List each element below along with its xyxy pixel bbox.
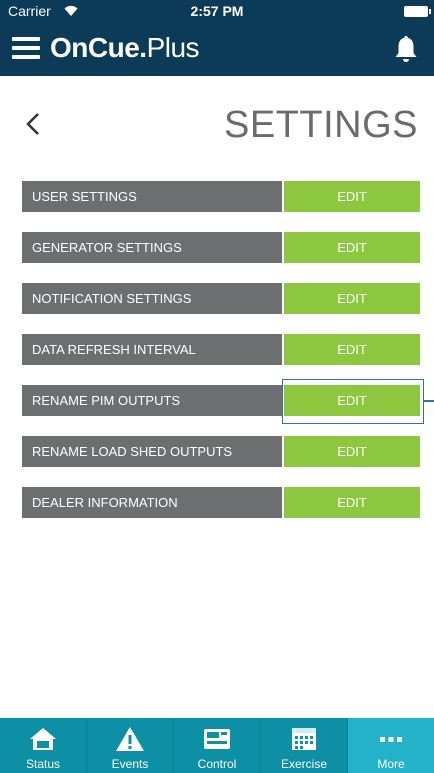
controller-icon xyxy=(204,729,230,749)
page-title: SETTINGS xyxy=(223,104,418,146)
edit-data-refresh-interval-button[interactable]: EDIT xyxy=(284,334,420,365)
settings-row-refresh-interval: DATA REFRESH INTERVAL EDIT xyxy=(22,334,420,365)
calendar-icon xyxy=(292,728,316,750)
settings-label: RENAME LOAD SHED OUTPUTS xyxy=(22,436,282,467)
app-logo: OnCue.Plus xyxy=(50,32,200,63)
warning-icon xyxy=(116,727,144,751)
settings-label: USER SETTINGS xyxy=(22,181,282,212)
settings-row-notification: NOTIFICATION SETTINGS EDIT xyxy=(22,283,420,314)
tab-label: More xyxy=(377,757,405,771)
settings-row-dealer-information: DEALER INFORMATION EDIT xyxy=(22,487,420,518)
status-bar: Carrier 2:57 PM xyxy=(0,0,434,22)
settings-label: RENAME PIM OUTPUTS xyxy=(22,385,282,416)
tab-label: Exercise xyxy=(280,757,327,771)
settings-label: NOTIFICATION SETTINGS xyxy=(22,283,282,314)
edit-notification-settings-button[interactable]: EDIT xyxy=(284,283,420,314)
settings-row-load-shed-outputs: RENAME LOAD SHED OUTPUTS EDIT xyxy=(22,436,420,467)
back-chevron-icon[interactable] xyxy=(20,104,50,144)
tab-events[interactable]: Events xyxy=(87,718,174,773)
tab-label: Events xyxy=(111,757,149,771)
settings-row-generator: GENERATOR SETTINGS EDIT xyxy=(22,232,420,263)
tab-control[interactable]: Control xyxy=(174,718,261,773)
clock: 2:57 PM xyxy=(190,3,244,19)
home-icon xyxy=(30,728,56,750)
tab-label: Status xyxy=(25,757,61,771)
edit-user-settings-button[interactable]: EDIT xyxy=(284,181,420,212)
hamburger-menu-icon[interactable] xyxy=(12,37,40,59)
battery-icon xyxy=(404,6,431,17)
tab-exercise[interactable]: Exercise xyxy=(261,718,348,773)
app-header: OnCue.Plus xyxy=(0,22,434,76)
edit-dealer-information-button[interactable]: EDIT xyxy=(284,487,420,518)
tab-label: Control xyxy=(197,757,237,771)
settings-label: GENERATOR SETTINGS xyxy=(22,232,282,263)
settings-label: DEALER INFORMATION xyxy=(22,487,282,518)
highlight-box xyxy=(282,379,424,424)
tab-more[interactable]: More xyxy=(348,718,434,773)
more-icon xyxy=(380,737,402,742)
title-row: SETTINGS xyxy=(0,100,434,154)
settings-label: DATA REFRESH INTERVAL xyxy=(22,334,282,365)
highlight-callout-line xyxy=(424,400,434,402)
edit-rename-load-shed-outputs-button[interactable]: EDIT xyxy=(284,436,420,467)
tab-status[interactable]: Status xyxy=(0,718,87,773)
tab-bar: Status Events Control Exercise More xyxy=(0,718,434,773)
bell-icon[interactable] xyxy=(394,34,418,64)
edit-generator-settings-button[interactable]: EDIT xyxy=(284,232,420,263)
settings-row-user: USER SETTINGS EDIT xyxy=(22,181,420,212)
